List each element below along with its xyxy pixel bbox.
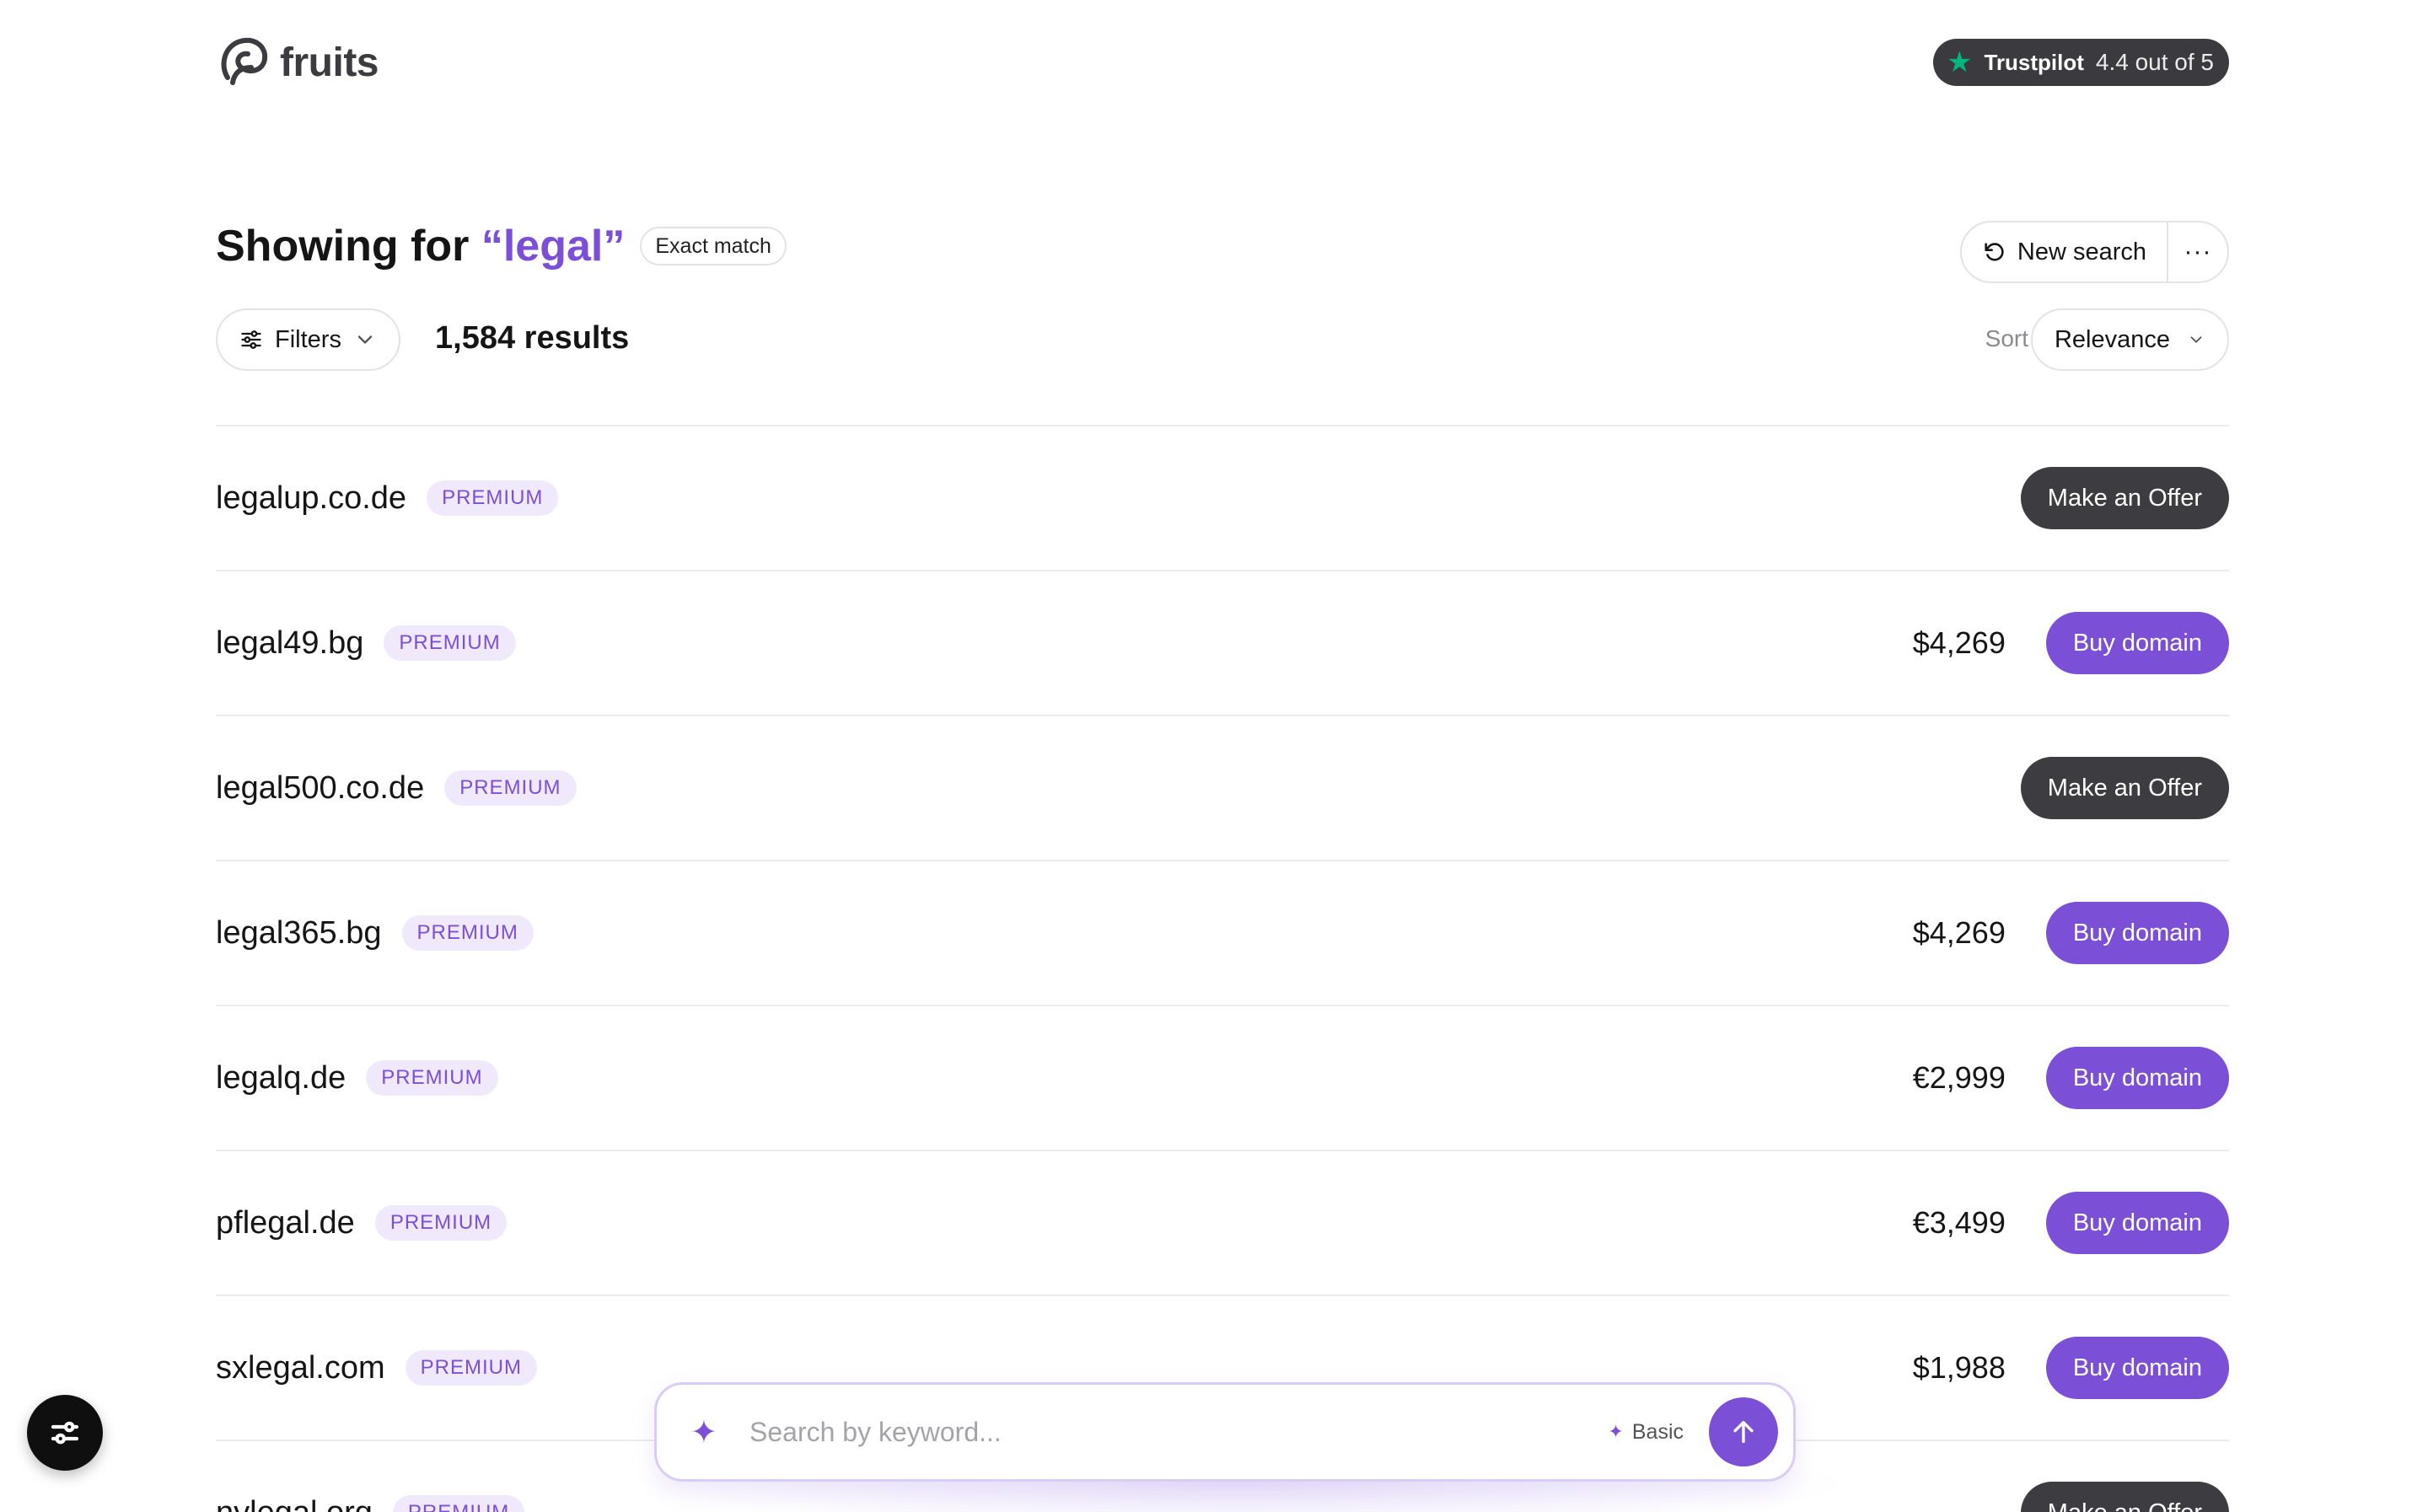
make-offer-button[interactable]: Make an Offer — [2020, 467, 2229, 529]
sort-select[interactable]: Relevance — [2030, 308, 2229, 371]
domain-name[interactable]: legalq.de — [216, 1060, 346, 1096]
domain-price: $4,269 — [1912, 625, 2006, 660]
premium-badge: PREMIUM — [366, 1060, 498, 1096]
fruits-logo-icon — [221, 37, 268, 85]
sort-label: Sort — [1985, 325, 2028, 351]
domain-price: €2,999 — [1912, 1060, 2006, 1095]
search-actions: New search ··· — [1959, 221, 2229, 283]
search-input[interactable] — [749, 1416, 1609, 1448]
sparkle-icon: ✦ — [690, 1414, 717, 1450]
premium-badge: PREMIUM — [427, 480, 559, 516]
chevron-down-icon — [2190, 336, 2202, 343]
domain-name[interactable]: pflegal.de — [216, 1205, 355, 1241]
trustpilot-brand: Trustpilot — [1984, 49, 2084, 75]
more-icon: ··· — [2184, 238, 2212, 265]
domain-name[interactable]: legalup.co.de — [216, 480, 406, 517]
star-icon: ★ — [1946, 46, 1973, 78]
premium-badge: PREMIUM — [374, 1205, 508, 1241]
results-count: 1,584 results — [435, 320, 630, 356]
brand-name: fruits — [280, 40, 379, 85]
premium-badge: PREMIUM — [401, 915, 534, 951]
new-search-label: New search — [2017, 238, 2146, 265]
page-title: Showing for “legal” — [216, 221, 625, 271]
page: fruits ★ Trustpilot 4.4 out of 5 Showing… — [0, 0, 2428, 1512]
domain-row[interactable]: legalup.co.de PREMIUM Make an Offer — [216, 425, 2229, 570]
domain-row[interactable]: legal365.bg PREMIUM $4,269 Buy domain — [216, 860, 2229, 1005]
trustpilot-rating: 4.4 out of 5 — [2095, 49, 2214, 75]
domain-name[interactable]: sxlegal.com — [216, 1350, 385, 1386]
buy-domain-button[interactable]: Buy domain — [2045, 902, 2229, 964]
search-submit-button[interactable] — [1709, 1397, 1778, 1466]
refresh-icon — [1985, 243, 2004, 261]
domain-row[interactable]: legal500.co.de PREMIUM Make an Offer — [216, 715, 2229, 860]
domain-price: $1,988 — [1912, 1350, 2006, 1385]
buy-domain-button[interactable]: Buy domain — [2045, 1337, 2229, 1399]
search-mode-label: Basic — [1631, 1419, 1684, 1444]
floating-search-bar: ✦ ✦ Basic — [654, 1382, 1796, 1482]
domain-row[interactable]: legal49.bg PREMIUM $4,269 Buy domain — [216, 570, 2229, 715]
domain-name[interactable]: nylegal.org — [216, 1495, 373, 1512]
new-search-button[interactable]: New search — [1962, 223, 2167, 281]
search-mode-toggle[interactable]: ✦ Basic — [1608, 1420, 1684, 1445]
chevron-down-icon — [357, 335, 373, 344]
buy-domain-button[interactable]: Buy domain — [2045, 1192, 2229, 1254]
filters-label: Filters — [275, 325, 341, 353]
make-offer-button[interactable]: Make an Offer — [2020, 1482, 2229, 1512]
make-offer-button[interactable]: Make an Offer — [2020, 757, 2229, 819]
more-options-button[interactable]: ··· — [2167, 223, 2227, 281]
domain-price: $4,269 — [1912, 915, 2006, 950]
domain-row[interactable]: pflegal.de PREMIUM €3,499 Buy domain — [216, 1150, 2229, 1295]
domain-price: €3,499 — [1912, 1205, 2006, 1240]
arrow-up-icon — [1733, 1420, 1754, 1444]
domain-name[interactable]: legal500.co.de — [216, 770, 424, 807]
premium-badge: PREMIUM — [405, 1350, 537, 1386]
domain-list: legalup.co.de PREMIUM Make an Offer lega… — [216, 425, 2229, 1512]
title-prefix: Showing for — [216, 222, 470, 271]
buy-domain-button[interactable]: Buy domain — [2045, 612, 2229, 674]
domain-name[interactable]: legal365.bg — [216, 915, 382, 952]
exact-match-chip[interactable]: Exact match — [640, 227, 787, 265]
domain-row[interactable]: legalq.de PREMIUM €2,999 Buy domain — [216, 1005, 2229, 1150]
premium-badge: PREMIUM — [444, 770, 577, 806]
premium-badge: PREMIUM — [392, 1495, 525, 1512]
quick-filters-button[interactable] — [27, 1395, 103, 1471]
premium-badge: PREMIUM — [384, 625, 516, 661]
sliders-icon — [241, 330, 261, 349]
search-query: “legal” — [481, 222, 626, 271]
sparkle-small-icon: ✦ — [1608, 1421, 1624, 1442]
search-heading: Showing for “legal” Exact match — [216, 221, 787, 271]
sliders-icon — [51, 1421, 79, 1445]
sort-value: Relevance — [2054, 325, 2170, 353]
domain-name[interactable]: legal49.bg — [216, 625, 363, 662]
trustpilot-badge[interactable]: ★ Trustpilot 4.4 out of 5 — [1932, 39, 2229, 86]
buy-domain-button[interactable]: Buy domain — [2045, 1047, 2229, 1109]
filters-button[interactable]: Filters — [216, 308, 400, 371]
brand-logo[interactable]: fruits — [216, 34, 379, 91]
